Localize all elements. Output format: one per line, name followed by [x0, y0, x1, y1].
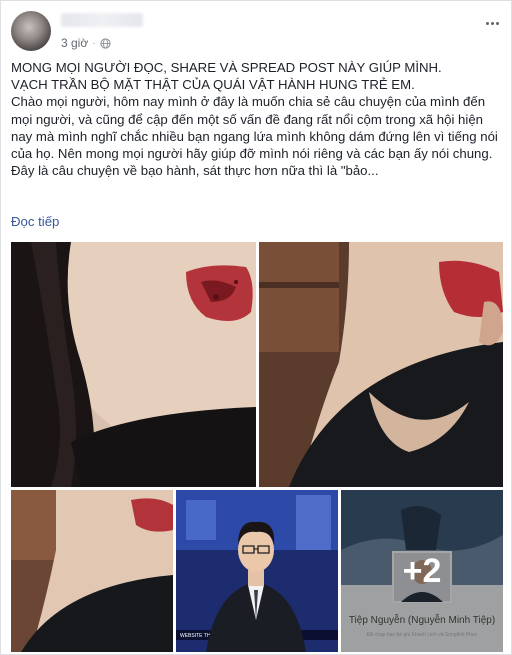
post-photo-5[interactable]: +2 Tiệp Nguyễn (Nguyễn Minh Tiệp) Đã chụ… [341, 490, 503, 652]
post-photo-3[interactable] [11, 490, 173, 652]
globe-icon[interactable] [99, 37, 111, 49]
post-meta: 3 giờ · [61, 35, 111, 51]
post-timestamp[interactable]: 3 giờ [61, 36, 88, 50]
profile-caption-sub: Đã chụp bạn bè ghi Khanh Linh và Songlin… [366, 632, 478, 638]
more-options-icon[interactable] [481, 15, 503, 31]
more-photos-overlay[interactable]: +2 [341, 490, 503, 652]
post-photo-4[interactable]: WEBSITE THETHIEPTVVN [176, 490, 338, 652]
profile-caption-name: Tiệp Nguyễn (Nguyễn Minh Tiệp) [348, 615, 496, 626]
post-photo-1[interactable] [11, 242, 256, 487]
post-photo-2[interactable] [259, 242, 503, 487]
post-text-line: MONG MỌI NGƯỜI ĐỌC, SHARE VÀ SPREAD POST… [11, 60, 442, 75]
author-avatar[interactable] [11, 11, 51, 51]
author-name-blurred[interactable] [61, 13, 143, 27]
post-header: 3 giờ · [11, 11, 503, 53]
photo-injured-lip-3 [11, 490, 173, 652]
post-text-line: Chào mọi người, hôm nay mình ở đây là mu… [11, 94, 498, 162]
more-photos-count: +2 [402, 551, 442, 590]
post-text-line: VẠCH TRẦN BỘ MẶT THẬT CỦA QUÁI VẬT HÀNH … [11, 77, 415, 93]
facebook-post: 3 giờ · MONG MỌI NGƯỜI ĐỌC, SHARE VÀ SPR… [0, 0, 512, 655]
photo-injured-lip-2 [259, 242, 503, 487]
post-text: MONG MỌI NGƯỜI ĐỌC, SHARE VÀ SPREAD POST… [11, 59, 503, 179]
photo-man-in-suit: WEBSITE THETHIEPTVVN [176, 490, 338, 652]
photo-injured-lip-1 [11, 242, 256, 487]
read-more-link[interactable]: Đọc tiếp [11, 214, 59, 229]
meta-separator: · [92, 37, 96, 49]
post-text-line: Đây là câu chuyện về bạo hành, sát thực … [11, 163, 379, 179]
